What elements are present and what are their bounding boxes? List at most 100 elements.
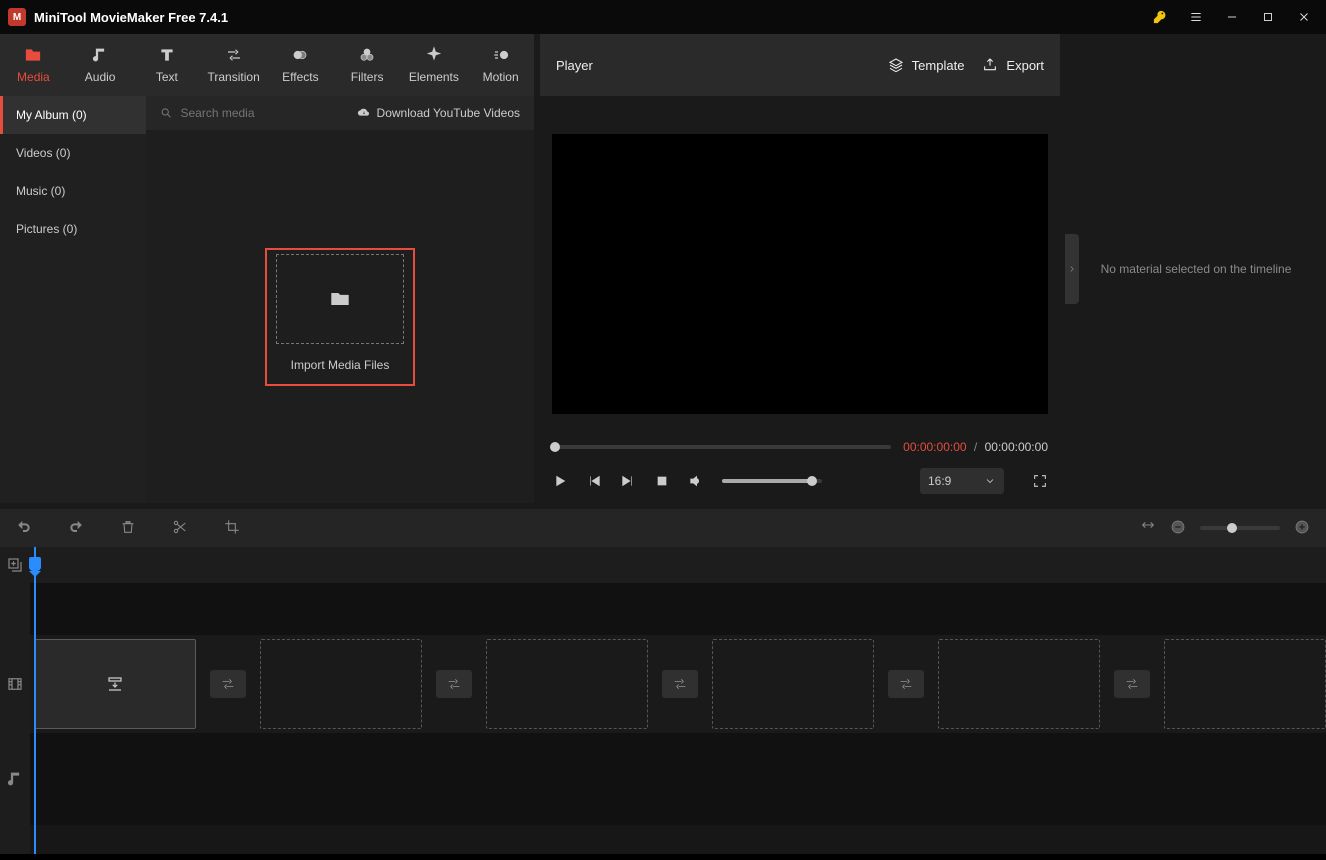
clip-placeholder[interactable] bbox=[486, 639, 648, 729]
import-icon bbox=[106, 675, 124, 693]
time-total: 00:00:00:00 bbox=[985, 440, 1048, 454]
clip-placeholder[interactable] bbox=[34, 639, 196, 729]
cloud-download-icon bbox=[357, 106, 371, 120]
search-input[interactable] bbox=[180, 106, 346, 120]
transition-icon bbox=[220, 676, 236, 692]
video-track-gutter bbox=[0, 635, 30, 733]
seek-bar[interactable] bbox=[552, 445, 891, 449]
license-key-button[interactable] bbox=[1142, 0, 1178, 34]
tab-label: Audio bbox=[85, 70, 116, 84]
text-icon bbox=[158, 46, 176, 64]
transition-icon bbox=[225, 46, 243, 64]
timeline-panel bbox=[0, 509, 1326, 854]
transition-slot[interactable] bbox=[874, 639, 938, 729]
title-bar: M MiniTool MovieMaker Free 7.4.1 bbox=[0, 0, 1326, 34]
text-track[interactable] bbox=[30, 583, 1326, 635]
clip-placeholder[interactable] bbox=[938, 639, 1100, 729]
tab-audio[interactable]: Audio bbox=[67, 34, 134, 96]
prev-frame-button[interactable] bbox=[586, 473, 602, 489]
template-button[interactable]: Template bbox=[888, 57, 965, 73]
search-media[interactable] bbox=[160, 106, 347, 120]
sidebar-item-music[interactable]: Music (0) bbox=[0, 172, 146, 210]
tool-tabs: Media Audio Text Transition Effects Filt… bbox=[0, 34, 534, 96]
clip-placeholder[interactable] bbox=[1164, 639, 1326, 729]
player-panel: Player Template Export 00:00:00:00 / 00:… bbox=[540, 34, 1060, 503]
folder-icon bbox=[24, 46, 42, 64]
import-media-button[interactable]: Import Media Files bbox=[265, 248, 415, 386]
sidebar-item-label: My Album (0) bbox=[16, 108, 87, 122]
chevron-down-icon bbox=[984, 475, 996, 487]
play-button[interactable] bbox=[552, 473, 568, 489]
sidebar-item-videos[interactable]: Videos (0) bbox=[0, 134, 146, 172]
download-youtube-label: Download YouTube Videos bbox=[377, 106, 520, 120]
video-track[interactable] bbox=[30, 635, 1326, 733]
next-frame-button[interactable] bbox=[620, 473, 636, 489]
import-media-label: Import Media Files bbox=[291, 358, 390, 372]
clip-placeholder[interactable] bbox=[712, 639, 874, 729]
delete-button[interactable] bbox=[120, 519, 136, 538]
tab-motion[interactable]: Motion bbox=[467, 34, 534, 96]
panel-collapse-handle[interactable] bbox=[1065, 234, 1079, 304]
volume-slider[interactable] bbox=[722, 479, 822, 483]
sidebar-item-label: Music (0) bbox=[16, 184, 65, 198]
zoom-out-button[interactable] bbox=[1170, 519, 1186, 538]
export-icon bbox=[982, 57, 998, 73]
inspector-panel: No material selected on the timeline bbox=[1066, 34, 1326, 503]
music-note-icon bbox=[91, 46, 109, 64]
maximize-button[interactable] bbox=[1250, 0, 1286, 34]
folder-icon bbox=[327, 288, 353, 310]
undo-button[interactable] bbox=[16, 519, 32, 538]
tab-elements[interactable]: Elements bbox=[401, 34, 468, 96]
sidebar-item-my-album[interactable]: My Album (0) bbox=[0, 96, 146, 134]
transition-slot[interactable] bbox=[196, 639, 260, 729]
tab-text[interactable]: Text bbox=[134, 34, 201, 96]
split-button[interactable] bbox=[172, 519, 188, 538]
playhead[interactable] bbox=[34, 547, 36, 854]
tab-filters[interactable]: Filters bbox=[334, 34, 401, 96]
export-label: Export bbox=[1006, 58, 1044, 73]
preview-screen bbox=[552, 134, 1048, 414]
audio-track[interactable] bbox=[30, 733, 1326, 825]
redo-button[interactable] bbox=[68, 519, 84, 538]
timeline-toolbar bbox=[0, 509, 1326, 547]
download-youtube-button[interactable]: Download YouTube Videos bbox=[357, 106, 520, 120]
menu-button[interactable] bbox=[1178, 0, 1214, 34]
layers-icon bbox=[888, 57, 904, 73]
media-sidebar: My Album (0) Videos (0) Music (0) Pictur… bbox=[0, 96, 146, 503]
transition-icon bbox=[1124, 676, 1140, 692]
player-title: Player bbox=[556, 58, 593, 73]
crop-button[interactable] bbox=[224, 519, 240, 538]
motion-icon bbox=[492, 46, 510, 64]
sidebar-item-pictures[interactable]: Pictures (0) bbox=[0, 210, 146, 248]
tab-label: Motion bbox=[483, 70, 519, 84]
timeline-ruler[interactable] bbox=[30, 547, 1326, 583]
time-display: 00:00:00:00 / 00:00:00:00 bbox=[903, 440, 1048, 454]
close-button[interactable] bbox=[1286, 0, 1322, 34]
volume-button[interactable] bbox=[688, 473, 704, 489]
aspect-ratio-select[interactable]: 16:9 bbox=[920, 468, 1004, 494]
chevron-right-icon bbox=[1067, 264, 1077, 274]
transition-slot[interactable] bbox=[422, 639, 486, 729]
sidebar-item-label: Videos (0) bbox=[16, 146, 70, 160]
fullscreen-button[interactable] bbox=[1032, 473, 1048, 489]
transition-slot[interactable] bbox=[1100, 639, 1164, 729]
sparkle-icon bbox=[425, 46, 443, 64]
fit-timeline-button[interactable] bbox=[1140, 519, 1156, 538]
add-track-button[interactable] bbox=[0, 547, 30, 583]
music-note-icon bbox=[6, 770, 24, 788]
aspect-ratio-label: 16:9 bbox=[928, 474, 951, 488]
effects-icon bbox=[291, 46, 309, 64]
film-icon bbox=[6, 675, 24, 693]
app-logo: M bbox=[8, 8, 26, 26]
zoom-in-button[interactable] bbox=[1294, 519, 1310, 538]
stop-button[interactable] bbox=[654, 473, 670, 489]
export-button[interactable]: Export bbox=[982, 57, 1044, 73]
zoom-slider[interactable] bbox=[1200, 526, 1280, 530]
transition-slot[interactable] bbox=[648, 639, 712, 729]
tab-effects[interactable]: Effects bbox=[267, 34, 334, 96]
minimize-button[interactable] bbox=[1214, 0, 1250, 34]
tab-media[interactable]: Media bbox=[0, 34, 67, 96]
clip-placeholder[interactable] bbox=[260, 639, 422, 729]
tab-transition[interactable]: Transition bbox=[200, 34, 267, 96]
text-track-gutter bbox=[0, 583, 30, 635]
